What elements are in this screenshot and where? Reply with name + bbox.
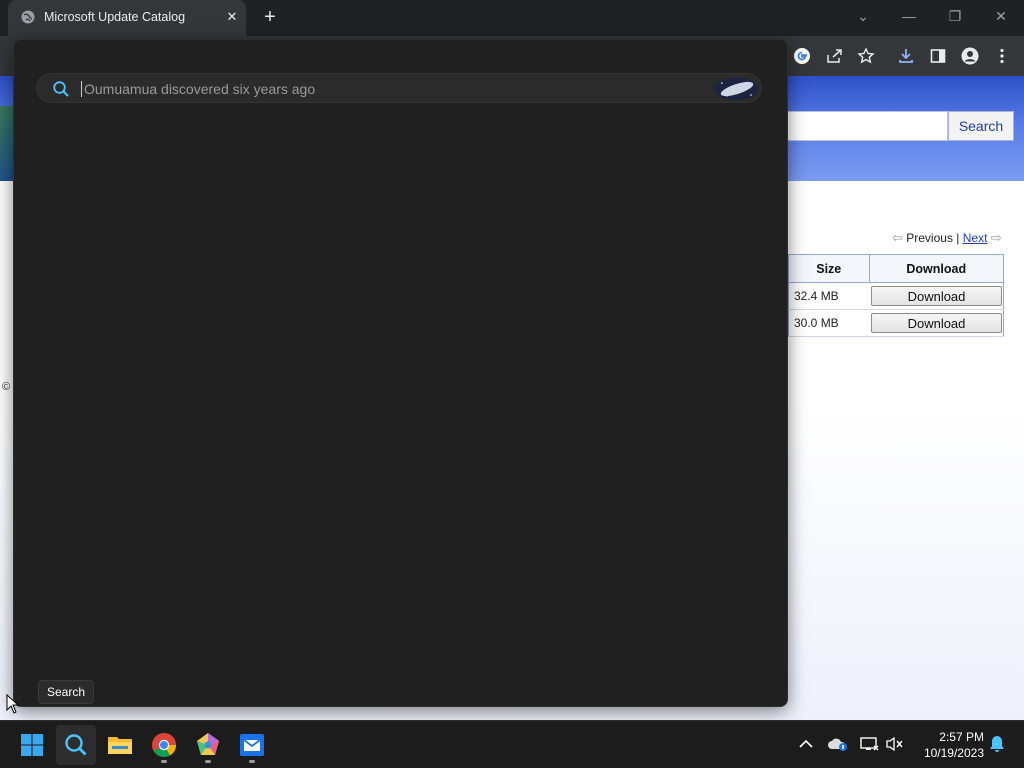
next-link[interactable]: Next bbox=[963, 231, 988, 245]
browser-tab[interactable]: Microsoft Update Catalog ✕ bbox=[8, 0, 246, 36]
start-button[interactable] bbox=[12, 725, 52, 765]
search-tooltip: Search bbox=[38, 680, 94, 704]
clock-date: 10/19/2023 bbox=[923, 746, 984, 760]
text-caret bbox=[81, 81, 82, 97]
google-icon[interactable] bbox=[790, 44, 814, 68]
results-table: Size Download 32.4 MB Download 30.0 MB D… bbox=[788, 254, 1004, 337]
size-header[interactable]: Size bbox=[788, 254, 870, 283]
search-highlight-icon[interactable] bbox=[713, 77, 759, 101]
download-cell: Download bbox=[869, 282, 1004, 310]
pager-separator: | bbox=[956, 231, 960, 245]
catalog-search-input[interactable] bbox=[786, 111, 948, 141]
mail-button[interactable] bbox=[232, 725, 272, 765]
running-indicator bbox=[249, 760, 255, 763]
previous-link[interactable]: Previous bbox=[906, 231, 953, 245]
app-button[interactable] bbox=[188, 725, 228, 765]
size-cell: 32.4 MB bbox=[788, 282, 869, 310]
profile-icon[interactable] bbox=[958, 44, 982, 68]
file-explorer-icon bbox=[108, 737, 132, 754]
catalog-search-button[interactable]: Search bbox=[948, 111, 1014, 141]
globe-graphic bbox=[0, 106, 14, 181]
search-icon bbox=[65, 734, 87, 756]
notification-bell-icon[interactable] bbox=[986, 733, 1008, 755]
size-cell: 30.0 MB bbox=[788, 309, 869, 337]
chevron-up-icon[interactable] bbox=[795, 733, 817, 755]
system-clock[interactable]: 2:57 PM 10/19/2023 bbox=[914, 729, 984, 761]
download-cell: Download bbox=[869, 309, 1004, 337]
flyout-search-bar[interactable]: Oumuamua discovered six years ago bbox=[36, 73, 762, 103]
network-icon[interactable] bbox=[859, 733, 881, 755]
globe-icon bbox=[21, 10, 35, 24]
onedrive-icon[interactable] bbox=[827, 733, 849, 755]
file-explorer-button[interactable] bbox=[100, 725, 140, 765]
pager: ⇦ Previous | Next ⇨ bbox=[892, 230, 1002, 246]
next-arrow-icon: ⇨ bbox=[990, 230, 1002, 245]
menu-icon[interactable] bbox=[990, 44, 1014, 68]
table-row: 32.4 MB Download bbox=[788, 282, 1004, 310]
download-header: Download bbox=[868, 254, 1004, 283]
download-button[interactable]: Download bbox=[871, 313, 1002, 333]
app-icon bbox=[197, 733, 219, 755]
search-flyout: Oumuamua discovered six years ago bbox=[13, 39, 788, 707]
chrome-icon bbox=[152, 733, 176, 758]
close-window-button[interactable]: ✕ bbox=[986, 4, 1016, 28]
minimize-button[interactable]: — bbox=[894, 4, 924, 28]
clock-time: 2:57 PM bbox=[939, 730, 984, 744]
browser-titlebar: Microsoft Update Catalog ✕ + ⌄ — ❐ ✕ bbox=[0, 0, 1024, 36]
mail-icon bbox=[240, 734, 264, 756]
side-panel-icon[interactable] bbox=[926, 44, 950, 68]
table-header-row: Size Download bbox=[788, 254, 1004, 283]
search-icon bbox=[53, 81, 69, 97]
running-indicator bbox=[205, 760, 211, 763]
tab-search-icon[interactable]: ⌄ bbox=[848, 4, 878, 28]
mouse-cursor-icon bbox=[6, 694, 18, 714]
taskbar: 2:57 PM 10/19/2023 bbox=[0, 720, 1024, 768]
star-icon[interactable] bbox=[854, 44, 878, 68]
new-tab-button[interactable]: + bbox=[258, 6, 282, 30]
table-row: 30.0 MB Download bbox=[788, 309, 1004, 337]
taskbar-search-button[interactable] bbox=[56, 725, 96, 765]
copyright-symbol: © bbox=[2, 381, 11, 393]
restore-button[interactable]: ❐ bbox=[940, 4, 970, 28]
tab-title: Microsoft Update Catalog bbox=[44, 10, 186, 24]
volume-muted-icon[interactable] bbox=[884, 733, 906, 755]
download-icon[interactable] bbox=[894, 44, 918, 68]
share-icon[interactable] bbox=[822, 44, 846, 68]
search-input[interactable]: Oumuamua discovered six years ago bbox=[84, 81, 315, 97]
previous-arrow-icon: ⇦ bbox=[892, 230, 903, 245]
start-icon bbox=[21, 734, 43, 756]
running-indicator bbox=[161, 760, 167, 763]
chrome-button[interactable] bbox=[144, 725, 184, 765]
download-button[interactable]: Download bbox=[871, 286, 1002, 306]
tab-close-icon[interactable]: ✕ bbox=[224, 8, 240, 26]
